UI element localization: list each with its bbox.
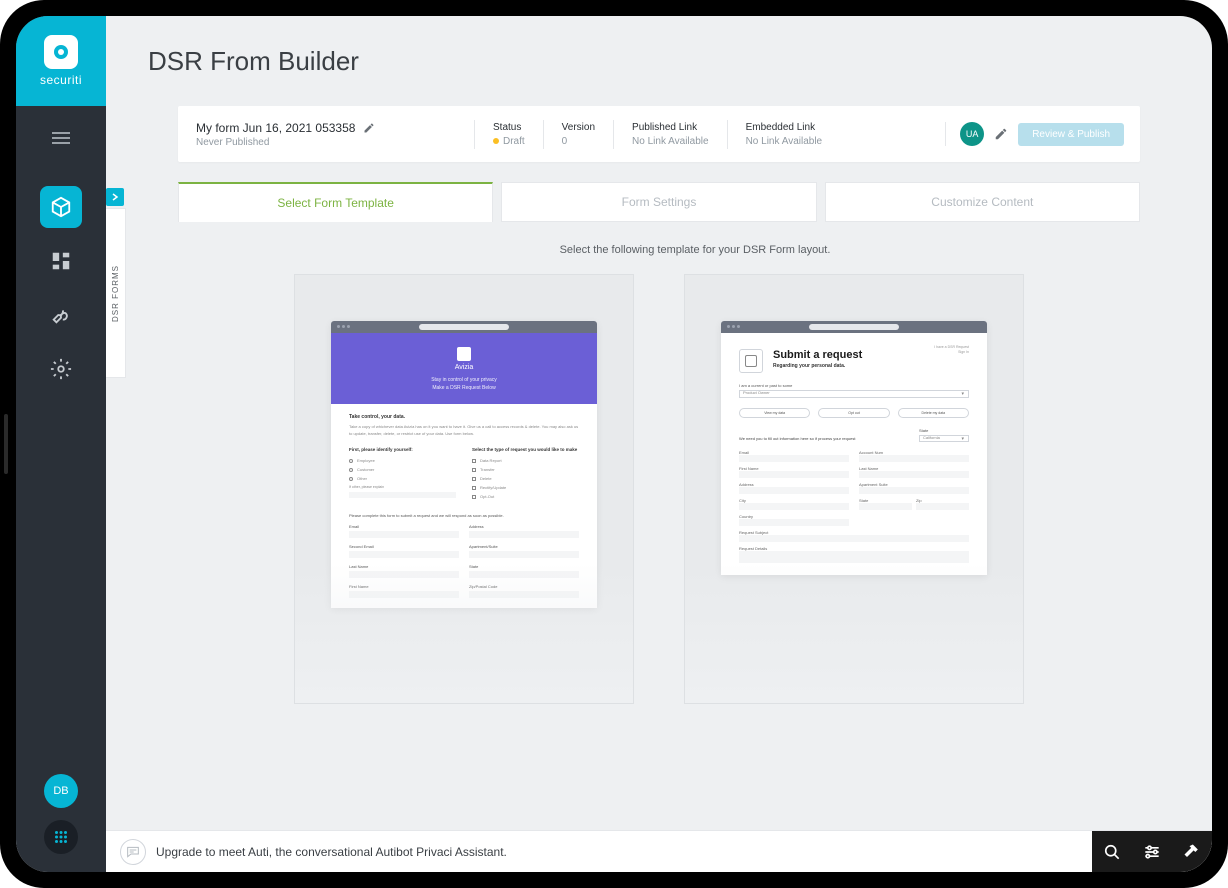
page-header: DSR From Builder <box>106 16 1212 106</box>
cube-icon <box>50 196 72 218</box>
brand-mark-icon <box>44 35 78 69</box>
form-publish-status: Never Published <box>196 137 474 148</box>
template-preview: I have a DSR RequestSign In Submit a req… <box>721 321 987 575</box>
pencil-icon[interactable] <box>363 122 375 134</box>
hamburger-icon <box>52 132 70 144</box>
chat-icon[interactable] <box>120 839 146 865</box>
meta-embedded-link: Embedded Link No Link Available <box>727 120 946 149</box>
dashboard-icon <box>50 250 72 272</box>
apps-button[interactable] <box>44 820 78 854</box>
meta-status: Status Draft <box>474 120 543 149</box>
tab-form-settings[interactable]: Form Settings <box>501 182 816 222</box>
sidebar: securiti DB <box>16 16 106 872</box>
form-name-block: My form Jun 16, 2021 053358 Never Publis… <box>194 121 474 148</box>
template-card-2[interactable]: I have a DSR RequestSign In Submit a req… <box>684 274 1024 704</box>
tab-select-template[interactable]: Select Form Template <box>178 182 493 222</box>
main: DSR From Builder DSR FORMS My form Jun 1… <box>106 16 1212 872</box>
nav-item-dashboard[interactable] <box>40 240 82 282</box>
gear-icon <box>50 358 72 380</box>
brand-name: securiti <box>40 73 82 87</box>
form-name: My form Jun 16, 2021 053358 <box>196 121 355 135</box>
form-info-bar: My form Jun 16, 2021 053358 Never Publis… <box>178 106 1140 162</box>
user-avatar[interactable]: DB <box>44 774 78 808</box>
template-card-1[interactable]: Avizia Stay in control of your privacyMa… <box>294 274 634 704</box>
template-logo-icon <box>457 347 471 361</box>
assistant-text: Upgrade to meet Auti, the conversational… <box>156 845 507 859</box>
apps-grid-icon <box>52 828 70 846</box>
instruction-text: Select the following template for your D… <box>178 222 1212 274</box>
page-title: DSR From Builder <box>148 46 359 77</box>
search-button[interactable] <box>1092 831 1132 872</box>
dsr-rail-label: DSR FORMS <box>111 265 120 322</box>
hex-logo-icon <box>739 349 763 373</box>
nav-item-settings[interactable] <box>40 348 82 390</box>
template-preview: Avizia Stay in control of your privacyMa… <box>331 321 597 608</box>
dsr-forms-rail[interactable]: DSR FORMS <box>106 208 126 378</box>
collaborator-avatar[interactable]: UA <box>960 122 984 146</box>
hammer-icon <box>1182 842 1202 862</box>
meta-published-link: Published Link No Link Available <box>613 120 727 149</box>
sliders-icon <box>1142 842 1162 862</box>
assistant-bar: Upgrade to meet Auti, the conversational… <box>106 830 1212 872</box>
dsr-rail-expand[interactable] <box>106 188 124 206</box>
search-icon <box>1102 842 1122 862</box>
filter-button[interactable] <box>1132 831 1172 872</box>
builder-tabs: Select Form Template Form Settings Custo… <box>178 182 1140 222</box>
tab-customize-content[interactable]: Customize Content <box>825 182 1140 222</box>
menu-toggle-button[interactable] <box>43 120 79 156</box>
nav-item-cube[interactable] <box>40 186 82 228</box>
template-gallery: Avizia Stay in control of your privacyMa… <box>178 274 1212 704</box>
content: DSR FORMS My form Jun 16, 2021 053358 Ne… <box>106 106 1212 830</box>
chevron-right-icon <box>111 193 119 201</box>
pencil-icon[interactable] <box>994 127 1008 141</box>
build-button[interactable] <box>1172 831 1212 872</box>
brand-logo[interactable]: securiti <box>16 16 106 106</box>
wrench-icon <box>50 304 72 326</box>
review-publish-button[interactable]: Review & Publish <box>1018 123 1124 146</box>
nav-item-tools[interactable] <box>40 294 82 336</box>
status-dot-icon <box>493 138 499 144</box>
meta-version: Version 0 <box>543 120 613 149</box>
